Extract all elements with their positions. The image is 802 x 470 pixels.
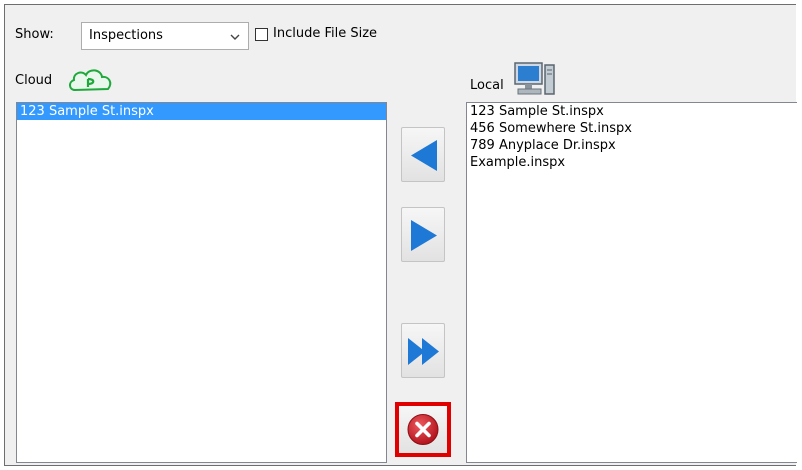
list-item[interactable]: 789 Anyplace Dr.inspx bbox=[467, 137, 797, 154]
arrow-left-icon bbox=[411, 140, 437, 171]
cloud-icon bbox=[69, 69, 112, 92]
computer-icon bbox=[514, 62, 555, 95]
local-file-list[interactable]: 123 Sample St.inspx 456 Somewhere St.insp… bbox=[466, 102, 797, 463]
show-dropdown[interactable]: Inspections bbox=[81, 22, 249, 50]
move-to-cloud-button[interactable] bbox=[401, 127, 445, 182]
list-item[interactable]: Example.inspx bbox=[467, 154, 797, 171]
sync-panel: Show: Inspections Include File Size Clou… bbox=[4, 4, 797, 466]
cloud-file-list[interactable]: 123 Sample St.inspx bbox=[16, 102, 387, 463]
move-all-to-local-button[interactable] bbox=[401, 323, 445, 378]
cloud-label: Cloud bbox=[15, 73, 53, 88]
arrow-right-icon bbox=[411, 220, 437, 251]
move-to-local-button[interactable] bbox=[401, 207, 445, 262]
list-item[interactable]: 456 Somewhere St.inspx bbox=[467, 120, 797, 137]
show-dropdown-value: Inspections bbox=[89, 28, 163, 43]
include-file-size-checkbox[interactable] bbox=[255, 28, 268, 41]
double-arrow-right-icon bbox=[408, 338, 439, 365]
cancel-x-icon bbox=[407, 414, 439, 445]
list-item[interactable]: 123 Sample St.inspx bbox=[467, 103, 797, 120]
include-file-size-label[interactable]: Include File Size bbox=[273, 26, 377, 41]
cancel-button-highlight bbox=[395, 402, 451, 457]
chevron-down-icon bbox=[230, 34, 240, 40]
show-label: Show: bbox=[15, 27, 54, 42]
local-label: Local bbox=[470, 78, 504, 93]
list-item[interactable]: 123 Sample St.inspx bbox=[17, 103, 386, 120]
cancel-button[interactable] bbox=[399, 406, 447, 453]
